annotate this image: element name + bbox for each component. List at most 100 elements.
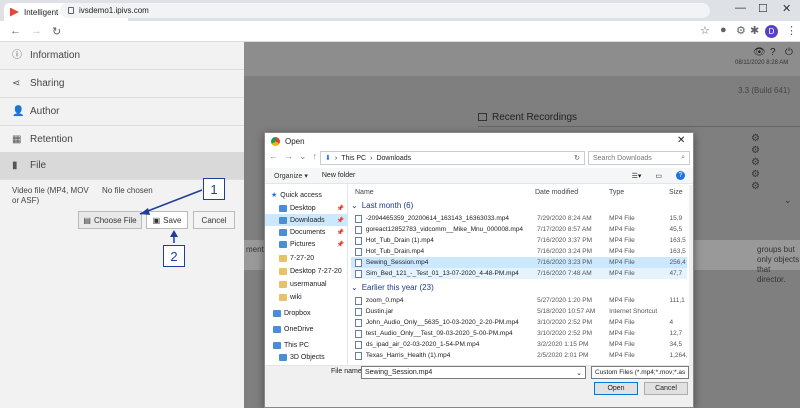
save-button[interactable]: ▣ Save bbox=[146, 211, 188, 229]
preview-pane-icon[interactable]: ▭ bbox=[655, 172, 662, 180]
group-last-month[interactable]: ⌄ Last month (6) bbox=[351, 199, 413, 211]
video-file-icon bbox=[355, 340, 362, 349]
cancel-button[interactable]: Cancel bbox=[193, 211, 235, 229]
organize-button[interactable]: Organize ▾ bbox=[274, 172, 308, 180]
sidebar-item-information[interactable]: ⓘ Information bbox=[0, 42, 244, 70]
maximize-icon[interactable]: ☐ bbox=[758, 2, 768, 15]
file-row[interactable]: Dustin.jar 5/18/2020 10:57 AM Internet Sho… bbox=[351, 306, 687, 317]
file-row[interactable]: John_Audio_Only__5635_10-03-2020_2-20-PM… bbox=[351, 317, 687, 328]
gear-icon[interactable]: ⚙ bbox=[751, 157, 760, 168]
video-file-label: Video file (MP4, MOV or ASF) bbox=[12, 186, 89, 205]
sidebar-item-file[interactable]: ▮ File bbox=[0, 152, 244, 180]
eye-icon[interactable]: 👁 bbox=[753, 47, 766, 58]
window-close-icon[interactable]: ✕ bbox=[782, 2, 791, 15]
header-strip bbox=[244, 42, 800, 76]
tree-item-quick-access[interactable]: ★ Quick access bbox=[265, 189, 348, 201]
video-file-icon bbox=[355, 236, 362, 245]
pin-icon: 📌 bbox=[336, 205, 344, 212]
view-options-icon[interactable]: ☰▾ bbox=[632, 172, 642, 180]
documents-icon bbox=[279, 228, 287, 236]
file-row[interactable]: -2094465359_20200614_163143_16363033.mp4… bbox=[351, 213, 687, 224]
bookmark-star-icon[interactable]: ☆ bbox=[700, 24, 710, 37]
tree-item-3d-objects[interactable]: 3D Objects bbox=[265, 351, 348, 363]
dropbox-icon bbox=[273, 309, 281, 317]
chevron-down-icon[interactable]: ⌄ bbox=[784, 195, 792, 206]
tree-item-desktop[interactable]: Desktop 📌 bbox=[265, 202, 348, 214]
file-row[interactable]: goreact12852783_vidcomm__Mike_Mnu_000008… bbox=[351, 224, 687, 235]
folder-icon bbox=[279, 293, 287, 301]
file-icon: ▮ bbox=[12, 159, 18, 171]
dialog-search-input[interactable]: Search Downloads ⌕ bbox=[588, 151, 690, 165]
tree-item-downloads[interactable]: Downloads 📌 bbox=[265, 214, 348, 226]
file-row[interactable]: Hot_Tub_Drain (1).mp4 7/16/2020 3:37 PM MP… bbox=[351, 235, 687, 246]
dialog-toolbar: Organize ▾ New folder ☰▾ ▭ ? bbox=[265, 168, 693, 184]
browser-menu-icon[interactable]: ⋮ bbox=[786, 24, 797, 37]
puzzle-icon[interactable]: ✱ bbox=[750, 24, 759, 37]
file-row[interactable]: Sim_Bed_121_-_Test_01_13-07-2020_4-48-PM… bbox=[351, 268, 687, 279]
back-icon[interactable]: ← bbox=[10, 25, 21, 37]
gear-icon[interactable]: ⚙ bbox=[751, 145, 760, 156]
tree-item-onedrive[interactable]: OneDrive bbox=[265, 323, 348, 335]
file-list-scrollbar[interactable] bbox=[689, 185, 693, 365]
gear-icon[interactable]: ⚙ bbox=[751, 181, 760, 192]
minimize-icon[interactable]: — bbox=[735, 2, 746, 14]
sidebar-item-sharing[interactable]: ⋖ Sharing bbox=[0, 70, 244, 98]
dialog-cancel-button[interactable]: Cancel bbox=[644, 382, 688, 395]
tree-item-this-pc[interactable]: This PC bbox=[265, 339, 348, 351]
column-size[interactable]: Size bbox=[669, 185, 683, 199]
new-folder-button[interactable]: New folder bbox=[322, 172, 355, 179]
tree-item-folder[interactable]: usermanual bbox=[265, 278, 348, 290]
file-name-label: File name: bbox=[331, 368, 364, 375]
file-row[interactable]: zoom_0.mp4 5/27/2020 1:20 PM MP4 File 111,1 bbox=[351, 295, 687, 306]
reload-icon[interactable]: ↻ bbox=[52, 25, 61, 38]
forward-icon[interactable]: → bbox=[31, 25, 42, 37]
url-field[interactable]: ivsdemo1.ipivs.com bbox=[60, 3, 710, 18]
dialog-close-icon[interactable]: ✕ bbox=[677, 135, 685, 146]
pin-icon: 📌 bbox=[336, 241, 344, 248]
user-icon: 👤 bbox=[12, 105, 25, 117]
chevron-down-icon[interactable]: ⌄ bbox=[576, 369, 582, 377]
file-icon: ▤ bbox=[83, 215, 91, 225]
help-icon[interactable]: ? bbox=[770, 47, 776, 58]
column-type[interactable]: Type bbox=[609, 185, 624, 199]
tree-item-folder[interactable]: Desktop 7-27-20 bbox=[265, 265, 348, 277]
file-row[interactable]: test_Audio_Only__Test_09-03-2020_5-00-PM… bbox=[351, 328, 687, 339]
sidebar-item-retention[interactable]: ▦ Retention bbox=[0, 126, 244, 154]
floppy-icon: ▣ bbox=[152, 215, 161, 225]
tree-item-pictures[interactable]: Pictures 📌 bbox=[265, 238, 348, 250]
file-row[interactable]: Sewing_Session.mp4 7/16/2020 3:23 PM MP4 F… bbox=[351, 257, 687, 268]
navigation-tree: ★ Quick access Desktop 📌 Downloads 📌 Docume… bbox=[265, 185, 348, 365]
column-name[interactable]: Name bbox=[355, 185, 374, 199]
callout-2: 2 bbox=[163, 245, 185, 267]
power-icon[interactable]: ⏻ bbox=[785, 47, 793, 58]
tree-item-folder[interactable]: 7-27-20 bbox=[265, 252, 348, 264]
video-file-icon bbox=[355, 258, 362, 267]
extension-icon[interactable]: ● bbox=[720, 24, 727, 36]
file-row[interactable]: ds_ipad_air_02-03-2020_1-54-PM.mp4 3/2/20… bbox=[351, 339, 687, 350]
file-row[interactable]: Hot_Tub_Drain.mp4 7/16/2020 3:24 PM MP4 Fi… bbox=[351, 246, 687, 257]
column-date-modified[interactable]: Date modified bbox=[535, 185, 578, 199]
gear-icon[interactable]: ⚙ bbox=[751, 133, 760, 144]
help-icon[interactable]: ? bbox=[676, 171, 685, 180]
open-button[interactable]: Open bbox=[594, 382, 638, 395]
refresh-icon[interactable]: ↻ bbox=[574, 154, 580, 162]
dialog-nav-icons[interactable]: ←→⌄↑ bbox=[269, 151, 323, 162]
open-file-dialog: Open ✕ ←→⌄↑ ⬇ › This PC › Downloads ↻ Se… bbox=[264, 132, 694, 408]
folder-icon bbox=[279, 267, 287, 275]
tree-item-documents[interactable]: Documents 📌 bbox=[265, 226, 348, 238]
profile-avatar[interactable]: D bbox=[765, 25, 778, 38]
build-version: 3.3 (Build 641) bbox=[738, 86, 791, 95]
file-name-input[interactable]: Sewing_Session.mp4 ⌄ bbox=[361, 366, 586, 379]
callout-1: 1 bbox=[203, 178, 225, 200]
dialog-path-bar[interactable]: ⬇ › This PC › Downloads ↻ bbox=[320, 151, 585, 165]
gear-icon[interactable]: ⚙ bbox=[751, 169, 760, 180]
file-type-select[interactable]: Custom Files (*.mp4;*.mov;*.as bbox=[591, 366, 689, 379]
group-earlier-this-year[interactable]: ⌄ Earlier this year (23) bbox=[351, 281, 434, 293]
tree-item-dropbox[interactable]: Dropbox bbox=[265, 307, 348, 319]
choose-file-button[interactable]: ▤ Choose File bbox=[78, 211, 142, 229]
dialog-titlebar: Open bbox=[265, 133, 693, 149]
file-row[interactable]: Texas_Harris_Health (1).mp4 2/5/2020 2:01… bbox=[351, 350, 687, 361]
tree-item-folder[interactable]: wiki bbox=[265, 291, 348, 303]
sidebar-item-author[interactable]: 👤 Author bbox=[0, 98, 244, 126]
settings-extension-icon[interactable]: ⚙ bbox=[736, 24, 746, 37]
